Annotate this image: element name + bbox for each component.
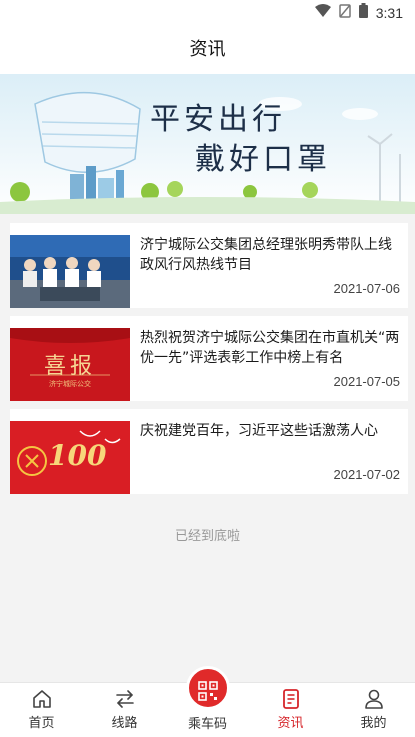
route-icon (115, 690, 134, 708)
banner-slogan-line1: 平安出行 (150, 102, 286, 137)
tab-profile[interactable]: 我的 (332, 683, 415, 737)
tab-news[interactable]: 资讯 (249, 683, 332, 737)
tab-label: 我的 (360, 716, 387, 731)
news-title: 热烈祝贺济宁城际公交集团在市直机关“两优一先”评选表彰工作中榜上有名 (140, 330, 400, 366)
page-title: 资讯 (189, 39, 226, 60)
tab-label: 首页 (28, 716, 55, 731)
news-date: 2021-07-06 (333, 281, 401, 296)
bottom-tab-bar: 首页 线路 乘车码 资讯 我的 (0, 666, 415, 737)
thumb-text: 100 (48, 439, 107, 472)
banner-slogan-line2: 戴好口罩 (195, 142, 331, 177)
tab-routes[interactable]: 线路 (83, 683, 166, 737)
banner[interactable]: 平安出行 戴好口罩 (0, 74, 415, 214)
news-thumbnail (10, 235, 130, 308)
news-thumbnail: 喜报 济宁城际公交 (10, 328, 130, 401)
battery-icon (358, 3, 368, 22)
news-title: 庆祝建党百年，习近平这些话激荡人心 (140, 423, 378, 439)
page-header: 资讯 (0, 26, 415, 74)
tab-home[interactable]: 首页 (0, 683, 83, 737)
tab-label: 乘车码 (187, 717, 227, 732)
news-icon (282, 689, 299, 709)
tab-ride-code[interactable]: 乘车码 (166, 666, 249, 737)
news-date: 2021-07-02 (333, 467, 401, 482)
wifi-icon (314, 3, 331, 22)
news-thumbnail: 100 (10, 421, 130, 494)
end-of-list-text: 已经到底啦 (174, 529, 240, 544)
status-bar: 3:31 (0, 0, 415, 26)
thumb-subtext: 济宁城际公交 (49, 380, 91, 388)
ride-code-button[interactable] (185, 666, 230, 710)
qrcode-icon (197, 680, 218, 701)
no-sim-icon (339, 3, 351, 22)
home-icon (32, 690, 51, 708)
status-time: 3:31 (375, 4, 403, 21)
news-title: 济宁城际公交集团总经理张明秀带队上线政风行风热线节目 (140, 237, 392, 273)
news-item[interactable]: 济宁城际公交集团总经理张明秀带队上线政风行风热线节目 2021-07-06 (10, 223, 408, 308)
tab-label: 线路 (111, 716, 138, 731)
thumb-text: 喜报 (43, 354, 96, 379)
news-item[interactable]: 喜报 济宁城际公交 热烈祝贺济宁城际公交集团在市直机关“两优一先”评选表彰工作中… (10, 316, 408, 401)
news-list: 济宁城际公交集团总经理张明秀带队上线政风行风热线节目 2021-07-06 喜报… (10, 223, 408, 502)
news-date: 2021-07-05 (333, 374, 401, 389)
news-item[interactable]: 100 庆祝建党百年，习近平这些话激荡人心 2021-07-02 (10, 409, 408, 494)
tab-label: 资讯 (277, 716, 304, 731)
user-icon (364, 689, 383, 709)
